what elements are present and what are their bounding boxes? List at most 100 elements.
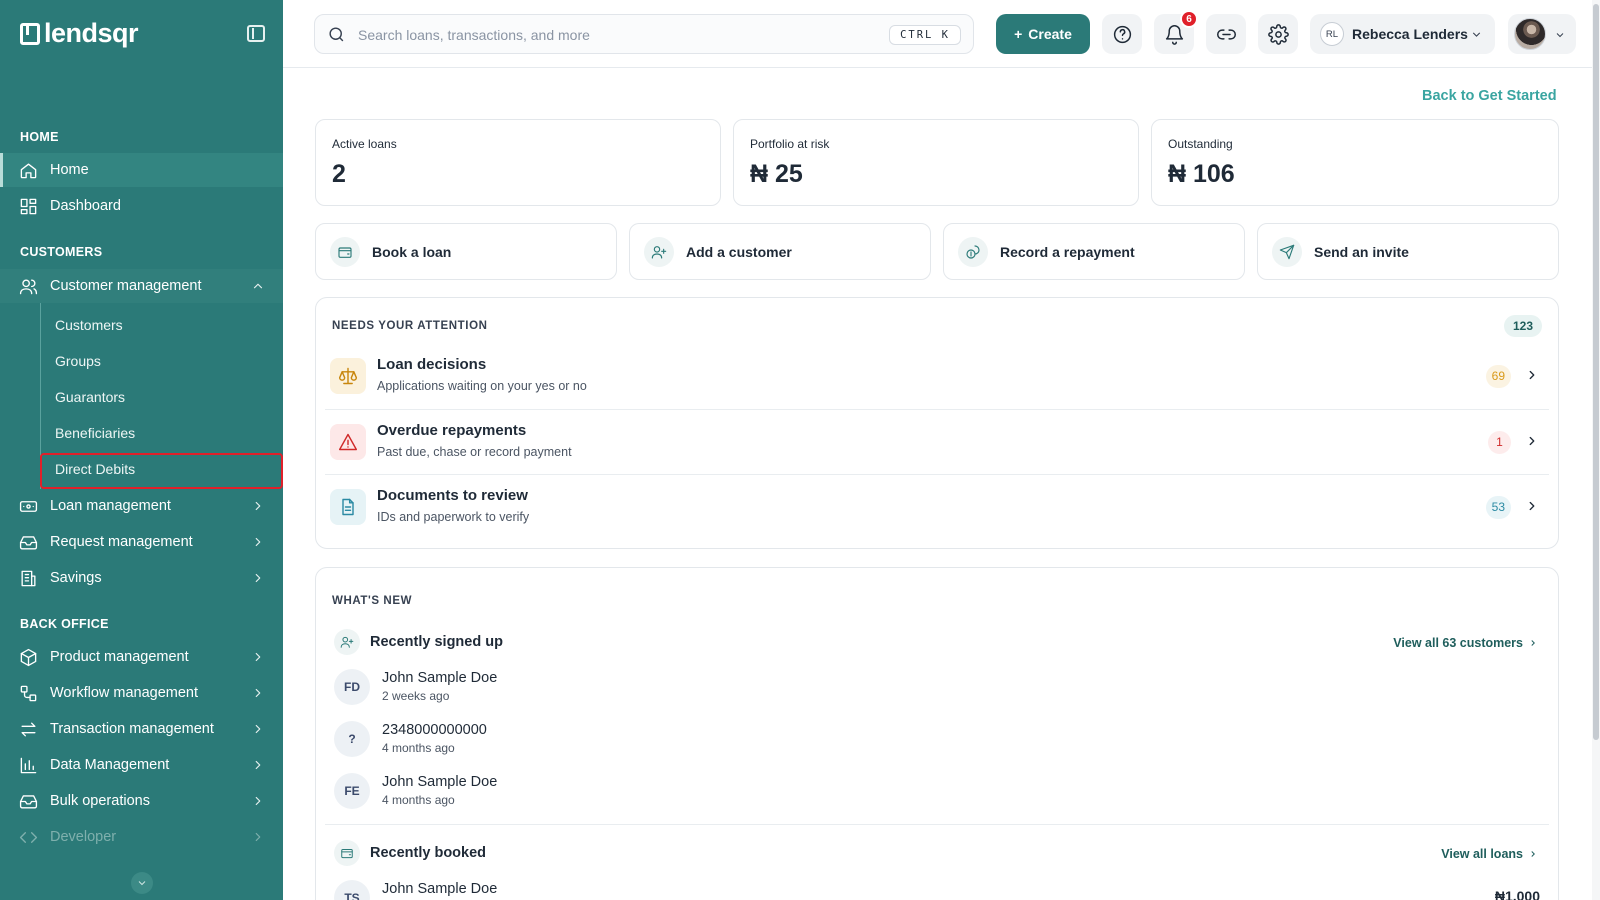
stat-card-outstanding[interactable]: Outstanding ₦ 106 [1151,119,1559,206]
selected-submenu-highlight [40,453,283,489]
attention-title: Documents to review [377,487,528,504]
signup-time: 4 months ago [382,741,455,755]
signup-time: 4 months ago [382,793,455,807]
organization-switcher[interactable]: RL Rebecca Lenders [1310,14,1495,54]
chevron-right-icon [1531,851,1535,857]
warning-triangle-icon [330,424,366,460]
sidebar-item-label: Dashboard [50,198,121,214]
chevron-right-icon [251,571,265,585]
sidebar-item-dashboard[interactable]: Dashboard [0,189,283,223]
attention-count-badge: 53 [1485,496,1511,519]
create-button[interactable]: + Create [996,14,1090,54]
gear-icon [1267,23,1289,45]
arrows-exchange-icon [18,719,38,739]
stat-card-active-loans[interactable]: Active loans 2 [315,119,721,206]
attention-title: Overdue repayments [377,422,527,439]
book-loan-button[interactable]: Book a loan [315,223,617,280]
chevron-right-icon [1525,499,1539,518]
stat-value: ₦ 106 [1168,160,1235,188]
attention-count-badge: 69 [1485,365,1511,388]
sidebar-item-label: Home [50,162,89,178]
add-customer-button[interactable]: Add a customer [629,223,931,280]
link-icon [1216,28,1236,40]
help-button[interactable] [1102,14,1142,54]
section-heading: Recently booked [370,845,487,861]
send-invite-button[interactable]: Send an invite [1257,223,1559,280]
avatar: FE [334,773,370,809]
customer-name: John Sample Doe [382,670,498,686]
sidebar-item-bulk-operations[interactable]: Bulk operations [0,784,283,818]
sidebar-scroll-down-button[interactable] [131,872,153,894]
chevron-right-icon [1525,368,1539,387]
record-repayment-button[interactable]: Record a repayment [943,223,1245,280]
chevron-right-icon [251,499,265,513]
org-avatar: RL [1320,22,1344,46]
attention-subtitle: Applications waiting on your yes or no [377,379,587,393]
sidebar-item-developer[interactable]: Developer [0,820,283,854]
brand-name: lendsqr [44,18,139,48]
stat-value: 2 [332,160,346,188]
submenu-item-customers[interactable]: Customers [55,317,123,333]
send-icon [1272,236,1302,267]
dashboard-icon [18,196,38,216]
sidebar-collapse-icon[interactable] [247,25,265,42]
chevron-right-icon [251,758,265,772]
sidebar-item-label: Customer management [50,278,202,294]
sidebar-item-label: Loan management [50,498,171,514]
stat-card-portfolio-at-risk[interactable]: Portfolio at risk ₦ 25 [733,119,1139,206]
link-button[interactable] [1206,14,1246,54]
sidebar-item-workflow-management[interactable]: Workflow management [0,676,283,710]
help-circle-icon [1113,25,1131,43]
inbox-stack-icon [18,791,38,811]
inbox-icon [18,532,38,552]
user-menu[interactable] [1508,14,1576,54]
attention-row-documents-to-review[interactable]: Documents to review IDs and paperwork to… [325,474,1549,538]
page-scrollbar[interactable] [1592,0,1600,900]
chevron-right-icon [251,650,265,664]
view-link-label: View all loans [1441,847,1523,861]
notifications-button[interactable]: 6 [1154,10,1198,54]
chevron-down-icon [1554,28,1566,46]
coins-icon [958,236,988,267]
submenu-item-beneficiaries[interactable]: Beneficiaries [55,425,135,441]
org-name: Rebecca Lenders [1352,26,1468,42]
brand-logo[interactable]: lendsqr [20,18,139,49]
sidebar-item-label: Developer [50,829,117,845]
sidebar-item-label: Savings [50,570,102,586]
avatar: FD [334,669,370,705]
sidebar-item-transaction-management[interactable]: Transaction management [0,712,283,746]
whats-new-panel: WHAT'S NEW Recently signed up View all 6… [315,567,1559,900]
attention-row-loan-decisions[interactable]: Loan decisions Applications waiting on y… [325,344,1549,408]
sidebar-item-loan-management[interactable]: Loan management [0,489,283,523]
sidebar-item-request-management[interactable]: Request management [0,525,283,559]
topbar: Search loans, transactions, and more CTR… [283,0,1600,68]
sidebar-item-customer-management[interactable]: Customer management [0,269,283,303]
attention-total-badge: 123 [1503,315,1542,337]
quick-action-label: Record a repayment [1000,243,1135,260]
chevron-right-icon [251,722,265,736]
back-to-get-started-link[interactable]: Back to Get Started [1422,88,1557,104]
view-link-label: View all 63 customers [1393,636,1523,650]
customer-name: John Sample Doe [382,774,498,790]
attention-title: Loan decisions [377,356,487,373]
sidebar-item-savings[interactable]: Savings [0,561,283,595]
needs-attention-panel: NEEDS YOUR ATTENTION 123 Loan decisions … [315,297,1559,549]
view-all-loans-link[interactable]: View all loans [1441,847,1538,861]
sidebar-item-home[interactable]: Home [0,153,283,187]
view-all-customers-link[interactable]: View all 63 customers [1393,636,1538,650]
section-label-back-office: BACK OFFICE [20,617,109,631]
settings-button[interactable] [1258,14,1298,54]
signup-time: 2 weeks ago [382,689,450,703]
submenu-item-groups[interactable]: Groups [55,353,101,369]
sidebar-item-product-management[interactable]: Product management [0,640,283,674]
list-item[interactable]: TS John Sample Doe [334,880,1534,900]
attention-row-overdue-repayments[interactable]: Overdue repayments Past due, chase or re… [325,409,1549,473]
chevron-right-icon [251,535,265,549]
quick-action-label: Send an invite [1314,243,1409,260]
sidebar-item-data-management[interactable]: Data Management [0,748,283,782]
users-icon [18,276,38,296]
bell-icon [1165,24,1183,45]
submenu-item-guarantors[interactable]: Guarantors [55,389,125,405]
scrollbar-thumb[interactable] [1593,4,1599,740]
search-input[interactable]: Search loans, transactions, and more CTR… [314,14,974,54]
